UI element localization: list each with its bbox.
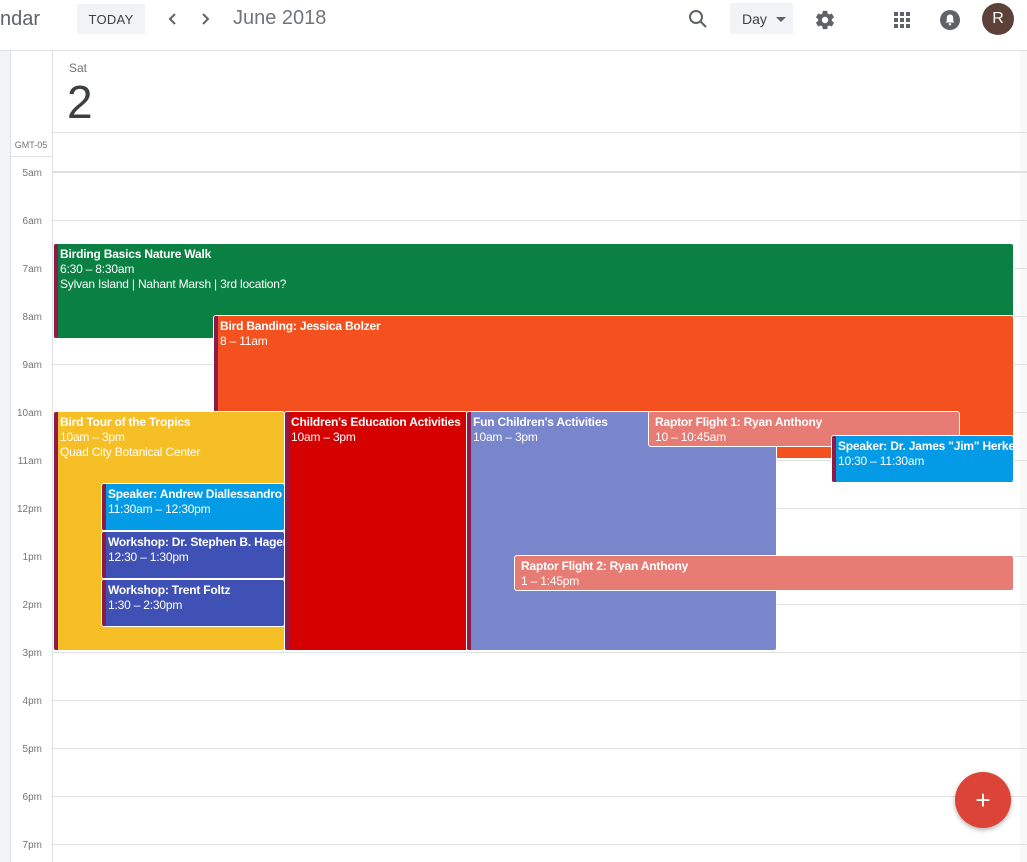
event-title: Bird Banding: Jessica Bolzer	[220, 319, 381, 333]
event-raptor-flight-2[interactable]: Raptor Flight 2: Ryan Anthony 1 – 1:45pm	[514, 555, 1014, 591]
hour-label: 5pm	[22, 744, 42, 755]
event-time: 11:30am – 12:30pm	[108, 502, 211, 516]
hour-line	[52, 700, 1027, 701]
event-title: Speaker: Andrew Diallessandro	[108, 487, 282, 501]
chevron-right-icon	[202, 13, 210, 25]
hour-label: 6pm	[22, 792, 42, 803]
timezone-label: GMT-05	[10, 133, 53, 157]
apps-grid-icon	[894, 12, 910, 28]
hour-line	[52, 652, 1027, 653]
event-speaker-herkert[interactable]: Speaker: Dr. James "Jim" Herkert 10:30 –…	[831, 435, 1014, 483]
previous-day-button[interactable]	[160, 6, 186, 32]
event-location: Quad City Botanical Center	[60, 445, 201, 459]
hour-label: 1pm	[22, 552, 42, 563]
bell-icon	[940, 10, 960, 30]
account-avatar[interactable]: R	[982, 3, 1014, 35]
hour-label: 4pm	[22, 696, 42, 707]
gear-icon	[816, 10, 834, 30]
event-workshop-foltz[interactable]: Workshop: Trent Foltz 1:30 – 2:30pm	[101, 579, 285, 627]
hour-label: 10am	[16, 408, 42, 419]
event-title: Raptor Flight 2: Ryan Anthony	[521, 559, 689, 573]
event-time: 1 – 1:45pm	[521, 574, 580, 588]
hour-line	[52, 220, 1027, 221]
all-day-row[interactable]	[52, 133, 1027, 172]
event-time: 10:30 – 11:30am	[838, 454, 925, 468]
event-time: 12:30 – 1:30pm	[108, 550, 189, 564]
event-title: Bird Tour of the Tropics	[60, 415, 191, 429]
event-title: Workshop: Trent Foltz	[108, 583, 231, 597]
hour-label: 11am	[17, 456, 42, 467]
today-button[interactable]: TODAY	[77, 4, 145, 34]
event-time: 10am – 3pm	[291, 430, 356, 444]
event-title: Workshop: Dr. Stephen B. Hager	[108, 535, 285, 549]
event-title: Children's Education Activities	[291, 415, 461, 429]
hour-label: 7pm	[22, 840, 42, 851]
hour-line	[52, 844, 1027, 845]
next-day-button[interactable]	[192, 6, 218, 32]
view-selector[interactable]: Day	[730, 3, 793, 34]
event-title: Raptor Flight 1: Ryan Anthony	[655, 415, 823, 429]
top-bar: ndar TODAY June 2018 Day R	[0, 0, 1027, 51]
day-name: Sat	[69, 61, 88, 75]
hour-label: 2pm	[22, 600, 42, 611]
event-title: Speaker: Dr. James "Jim" Herkert	[838, 439, 1014, 453]
event-time: 6:30 – 8:30am	[60, 262, 135, 276]
hour-label: 9am	[22, 360, 42, 371]
event-title: Birding Basics Nature Walk	[60, 247, 212, 261]
view-selector-label: Day	[742, 11, 767, 27]
search-icon	[689, 10, 707, 28]
hour-label: 7am	[22, 264, 42, 275]
event-childrens-education[interactable]: Children's Education Activities 10am – 3…	[284, 411, 468, 651]
hour-label: 5am	[22, 168, 42, 179]
hour-line	[52, 796, 1027, 797]
event-time: 10am – 3pm	[60, 430, 125, 444]
settings-button[interactable]	[810, 5, 840, 35]
hour-label: 3pm	[22, 648, 42, 659]
event-fun-childrens-activities[interactable]: Fun Children's Activities 10am – 3pm	[466, 411, 777, 651]
hour-line	[52, 748, 1027, 749]
event-time: 8 – 11am	[220, 334, 268, 348]
chevron-left-icon	[168, 13, 176, 25]
scrollbar[interactable]	[1020, 51, 1027, 862]
hour-line	[52, 172, 1027, 173]
hour-label: 12pm	[16, 504, 42, 515]
hour-label: 6am	[22, 216, 42, 227]
day-number[interactable]: 2	[67, 76, 93, 128]
notifications-button[interactable]	[935, 5, 965, 35]
hour-label: 8am	[22, 312, 42, 323]
current-month-label: June 2018	[233, 7, 327, 29]
dropdown-caret-icon	[776, 17, 786, 22]
day-header	[52, 51, 1027, 133]
event-speaker-diallessandro[interactable]: Speaker: Andrew Diallessandro 11:30am – …	[101, 483, 285, 531]
create-event-button[interactable]: +	[955, 772, 1011, 828]
event-workshop-hager[interactable]: Workshop: Dr. Stephen B. Hager 12:30 – 1…	[101, 531, 285, 579]
app-name: ndar	[0, 8, 41, 30]
event-location: Sylvan Island | Nahant Marsh | 3rd locat…	[60, 277, 287, 291]
apps-button[interactable]	[887, 5, 917, 35]
event-time: 1:30 – 2:30pm	[108, 598, 183, 612]
search-button[interactable]	[683, 4, 713, 34]
